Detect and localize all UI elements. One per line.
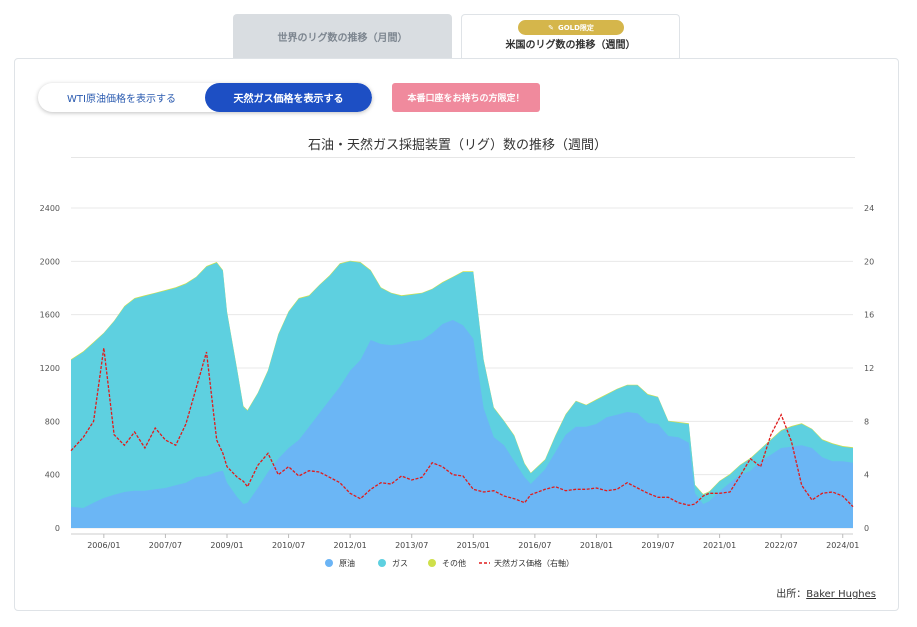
x-tick-label: 2019/07 xyxy=(641,541,674,550)
y-right-tick: 12 xyxy=(864,364,874,373)
y-left-tick: 400 xyxy=(45,471,60,480)
y-left-tick: 1200 xyxy=(40,364,60,373)
y-left-tick: 2400 xyxy=(40,204,60,213)
x-tick-label: 2006/01 xyxy=(87,541,120,550)
y-right-tick: 24 xyxy=(864,204,874,213)
x-tick-label: 2013/07 xyxy=(395,541,428,550)
y-right-tick: 0 xyxy=(864,524,869,533)
legend-label: 天然ガス価格（右軸） xyxy=(494,558,574,568)
x-tick-label: 2018/01 xyxy=(580,541,613,550)
x-tick-label: 2012/01 xyxy=(334,541,367,550)
y-left-tick: 0 xyxy=(55,524,60,533)
y-right-tick: 16 xyxy=(864,311,874,320)
y-left-tick: 800 xyxy=(45,417,60,426)
rig-chart: 0 0 400 4 800 8 1200 12 1600 16 2000 20 2400 24 2006/0… xyxy=(40,204,875,568)
y-left-tick: 2000 xyxy=(40,257,60,266)
legend-label: その他 xyxy=(442,558,466,568)
y-right-tick: 4 xyxy=(864,471,869,480)
x-tick-label: 2015/01 xyxy=(457,541,490,550)
x-tick-label: 2010/07 xyxy=(272,541,305,550)
legend-label: 原油 xyxy=(339,558,355,568)
y-left-tick: 1600 xyxy=(40,311,60,320)
legend-marker xyxy=(378,559,386,567)
x-tick-label: 2022/07 xyxy=(765,541,798,550)
y-right-tick: 20 xyxy=(864,257,874,266)
y-right-tick: 8 xyxy=(864,417,869,426)
legend-marker xyxy=(325,559,333,567)
x-tick-label: 2024/01 xyxy=(826,541,859,550)
x-tick-label: 2021/01 xyxy=(703,541,736,550)
x-tick-label: 2009/01 xyxy=(210,541,243,550)
legend-marker xyxy=(428,559,436,567)
legend-label: ガス xyxy=(392,558,408,568)
x-tick-label: 2007/07 xyxy=(149,541,182,550)
x-tick-label: 2016/07 xyxy=(518,541,551,550)
